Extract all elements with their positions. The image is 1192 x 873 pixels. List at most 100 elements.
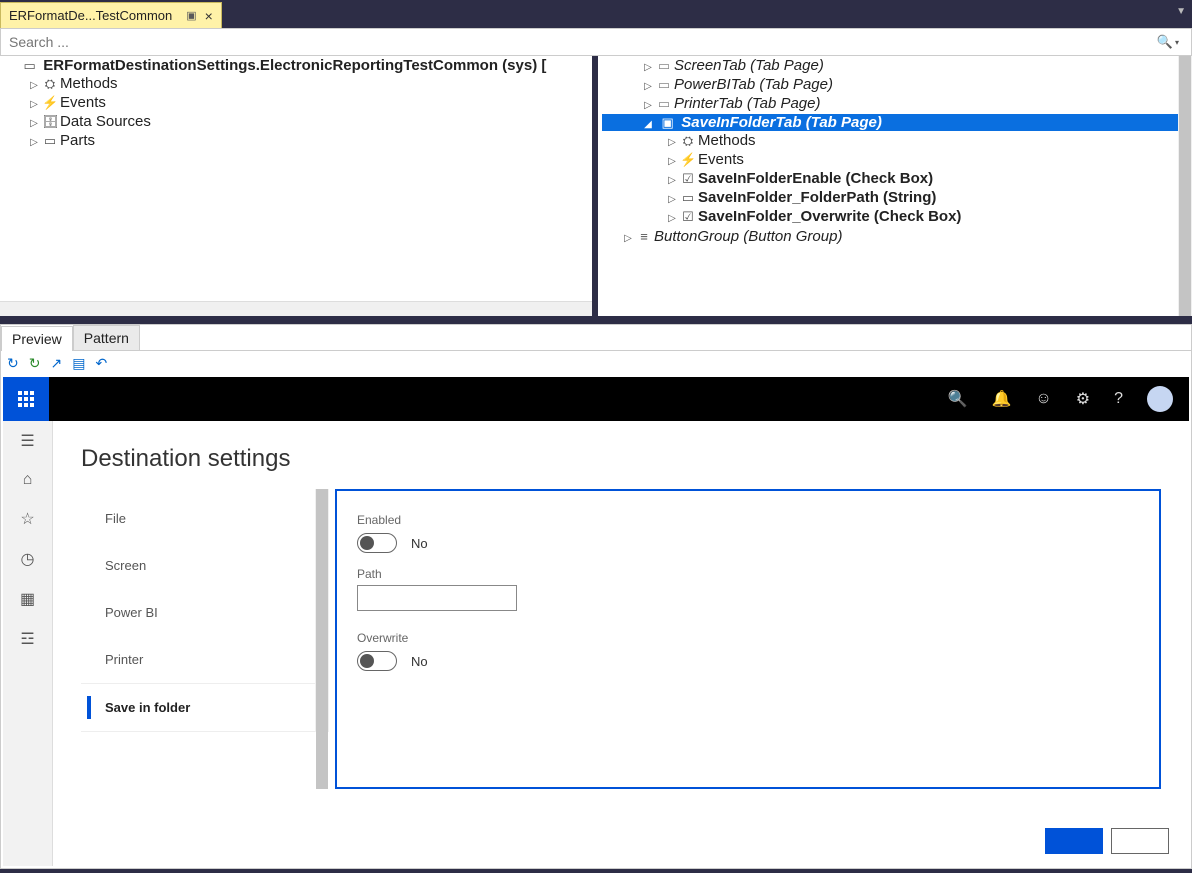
document-tab[interactable]: ERFormatDe...TestCommon ▣ × (0, 2, 222, 28)
panel-tab-strip: Preview Pattern (1, 325, 1191, 351)
buttongroup-icon: ≡ (636, 229, 652, 244)
refresh-icon[interactable]: ↻ (7, 355, 19, 372)
methods-node[interactable]: Methods (60, 75, 118, 92)
hamburger-icon[interactable]: ☰ (20, 431, 34, 451)
gear-icon[interactable]: ⚙ (1076, 389, 1090, 409)
star-icon[interactable]: ☆ (20, 509, 34, 529)
enable-node[interactable]: SaveInFolderEnable (Check Box) (698, 170, 933, 187)
path-input[interactable] (357, 585, 517, 611)
ok-button[interactable] (1045, 828, 1103, 854)
collapse-icon[interactable]: ◢ (642, 119, 654, 130)
smile-icon[interactable]: ☺ (1035, 390, 1051, 408)
expand-icon[interactable]: ▷ (666, 137, 678, 148)
events-node[interactable]: Events (698, 151, 744, 168)
expand-icon[interactable]: ▷ (28, 137, 40, 148)
close-icon[interactable]: × (205, 8, 213, 24)
overwrite-value: No (411, 654, 428, 669)
search-icon[interactable]: 🔍 (948, 389, 968, 409)
methods-icon: ⛭ (42, 76, 58, 92)
document-tab-title: ERFormatDe...TestCommon (9, 8, 172, 23)
path-label: Path (357, 567, 1139, 581)
expand-icon[interactable]: ▷ (666, 194, 678, 205)
tabpage-new-icon: ▣ (660, 115, 676, 131)
dialog-buttons (1045, 828, 1169, 854)
folderpath-node[interactable]: SaveInFolder_FolderPath (String) (698, 189, 936, 206)
cancel-button[interactable] (1111, 828, 1169, 854)
tabpage-icon: ▭ (656, 58, 672, 74)
overwrite-label: Overwrite (357, 631, 1139, 645)
enabled-label: Enabled (357, 513, 1139, 527)
layout-icon[interactable]: ▤ (72, 355, 85, 372)
datasources-node[interactable]: Data Sources (60, 113, 151, 130)
expand-icon[interactable]: ▷ (666, 175, 678, 186)
recent-icon[interactable]: ◷ (21, 549, 35, 569)
parts-icon: ▭ (42, 133, 58, 149)
expand-icon[interactable]: ▷ (28, 118, 40, 129)
buttongroup-node[interactable]: ButtonGroup (Button Group) (654, 228, 842, 245)
tabpage-icon: ▭ (656, 77, 672, 93)
events-node[interactable]: Events (60, 94, 106, 111)
vertical-scrollbar[interactable] (1178, 56, 1192, 316)
preview-shell: 🔍 🔔 ☺ ⚙ ? ☰ ⌂ ☆ ◷ ▦ ☲ Destination settin… (3, 377, 1189, 866)
right-tree-pane: ▷▭ScreenTab (Tab Page) ▷▭PowerBITab (Tab… (598, 56, 1192, 316)
search-input[interactable] (7, 33, 1151, 51)
methods-node[interactable]: Methods (698, 132, 756, 149)
saveinfoldertab-node[interactable]: SaveInFolderTab (Tab Page) (681, 114, 882, 131)
tab-save-in-folder[interactable]: Save in folder (81, 683, 321, 732)
expand-icon[interactable]: ▷ (28, 80, 40, 91)
expand-icon[interactable] (4, 62, 16, 73)
pin-icon[interactable]: ▣ (186, 9, 196, 22)
page-title: Destination settings (81, 445, 1161, 473)
document-tab-strip: ERFormatDe...TestCommon ▣ × ▼ (0, 0, 1192, 28)
tab-pattern[interactable]: Pattern (73, 325, 140, 350)
expand-icon[interactable]: ▷ (666, 213, 678, 224)
horizontal-scrollbar[interactable] (14, 304, 314, 314)
waffle-icon[interactable] (3, 377, 49, 421)
home-icon[interactable]: ⌂ (23, 471, 33, 489)
bell-icon[interactable]: 🔔 (991, 389, 1011, 409)
overwrite-toggle[interactable] (357, 651, 397, 671)
checkbox-icon: ☑ (680, 209, 696, 225)
expand-icon[interactable]: ▷ (642, 100, 654, 111)
help-icon[interactable]: ? (1114, 390, 1123, 408)
screentab-node[interactable]: ScreenTab (Tab Page) (674, 57, 824, 74)
methods-icon: ⛭ (680, 133, 696, 149)
tab-preview[interactable]: Preview (1, 326, 73, 351)
vtab-scrollbar[interactable] (316, 489, 328, 789)
parts-node[interactable]: Parts (60, 132, 95, 149)
preview-toolbar: ↻ ↻ ↗ ▤ ↶ (1, 351, 1191, 375)
expand-icon[interactable]: ▷ (642, 81, 654, 92)
list-icon[interactable]: ☲ (20, 629, 34, 649)
tab-powerbi[interactable]: Power BI (81, 589, 321, 636)
powerbitab-node[interactable]: PowerBITab (Tab Page) (674, 76, 833, 93)
search-bar: 🔍▾ (0, 28, 1192, 56)
open-icon[interactable]: ↗ (50, 355, 62, 372)
form-icon: ▭ (22, 58, 38, 74)
form-area: Enabled No Path Overwrite No (335, 489, 1161, 789)
refresh-green-icon[interactable]: ↻ (29, 355, 41, 372)
overwrite-node[interactable]: SaveInFolder_Overwrite (Check Box) (698, 208, 961, 225)
workspace-icon[interactable]: ▦ (20, 589, 35, 609)
avatar[interactable] (1147, 386, 1173, 412)
tab-overflow-icon[interactable]: ▼ (1176, 6, 1186, 17)
checkbox-icon: ☑ (680, 171, 696, 187)
bolt-icon: ⚡ (42, 95, 58, 111)
expand-icon[interactable]: ▷ (666, 156, 678, 167)
search-icon[interactable]: 🔍▾ (1151, 34, 1185, 50)
enabled-toggle[interactable] (357, 533, 397, 553)
bottom-panel: Preview Pattern ↻ ↻ ↗ ▤ ↶ 🔍 🔔 ☺ ⚙ ? ☰ (0, 324, 1192, 869)
tab-printer[interactable]: Printer (81, 636, 321, 683)
expand-icon[interactable]: ▷ (28, 99, 40, 110)
preview-canvas: Destination settings File Screen Power B… (53, 421, 1189, 866)
app-top-bar: 🔍 🔔 ☺ ⚙ ? (3, 377, 1189, 421)
undo-icon[interactable]: ↶ (95, 355, 107, 372)
expand-icon[interactable]: ▷ (622, 233, 634, 244)
tab-screen[interactable]: Screen (81, 542, 321, 589)
string-icon: ▭ (680, 190, 696, 206)
database-icon: 🗄 (42, 114, 58, 130)
printertab-node[interactable]: PrinterTab (Tab Page) (674, 95, 820, 112)
expand-icon[interactable]: ▷ (642, 62, 654, 73)
left-rail: ☰ ⌂ ☆ ◷ ▦ ☲ (3, 421, 53, 866)
root-node[interactable]: ERFormatDestinationSettings.ElectronicRe… (43, 57, 546, 74)
tab-file[interactable]: File (81, 495, 321, 542)
